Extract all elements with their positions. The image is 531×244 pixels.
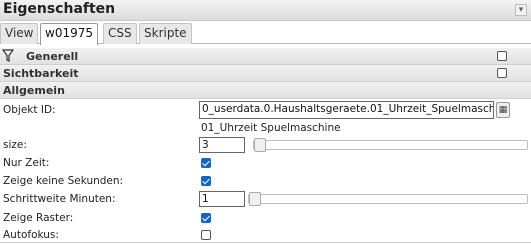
autofokus-label: Autofokus:: [3, 229, 59, 241]
panel-bottom-divider: [0, 242, 531, 243]
properties-titlebar: Eigenschaften ▾: [0, 0, 531, 21]
row-objekt-id: Objekt ID: 0_userdata.0.Haushaltsgeraete…: [0, 101, 531, 119]
section-generell-label: Generell: [26, 50, 79, 63]
row-objekt-name: 01_Uhrzeit Spuelmaschine: [0, 119, 531, 137]
section-generell[interactable]: Generell: [0, 48, 531, 65]
schrittweite-minuten-slider-thumb[interactable]: [249, 192, 261, 206]
size-input[interactable]: 3: [199, 137, 245, 153]
schrittweite-minuten-label: Schrittweite Minuten:: [3, 193, 116, 205]
tab-skripte[interactable]: Skripte: [139, 23, 192, 44]
panel-title: Eigenschaften: [3, 1, 116, 17]
tab-css[interactable]: CSS: [103, 23, 137, 44]
zeige-keine-sekunden-label: Zeige keine Sekunden:: [3, 175, 124, 187]
size-label: size:: [3, 139, 27, 151]
row-nur-zeit: Nur Zeit:: [0, 154, 531, 172]
section-sichtbarkeit[interactable]: Sichtbarkeit: [0, 65, 531, 82]
collapse-icon[interactable]: ▾: [515, 4, 527, 16]
objekt-id-input[interactable]: 0_userdata.0.Haushaltsgeraete.01_Uhrzeit…: [199, 101, 494, 119]
zeige-raster-label: Zeige Raster:: [3, 212, 74, 224]
tab-view[interactable]: View: [0, 23, 39, 44]
section-allgemein-label: Allgemein: [3, 84, 65, 97]
zeige-raster-checkbox[interactable]: [201, 213, 211, 226]
size-slider-thumb[interactable]: [254, 138, 266, 152]
objekt-id-label: Objekt ID:: [3, 104, 56, 116]
schrittweite-minuten-input[interactable]: 1: [199, 191, 245, 207]
row-zeige-keine-sekunden: Zeige keine Sekunden:: [0, 172, 531, 190]
zeige-keine-sekunden-checkbox[interactable]: [201, 176, 211, 189]
size-slider[interactable]: [253, 138, 528, 152]
schrittweite-minuten-slider[interactable]: [248, 192, 528, 206]
tab-bar: View w01975 CSS Skripte: [0, 21, 531, 45]
nur-zeit-label: Nur Zeit:: [3, 157, 50, 169]
section-sichtbarkeit-checkbox[interactable]: [497, 68, 507, 81]
objekt-resolved-name: 01_Uhrzeit Spuelmaschine: [201, 122, 341, 134]
tab-widget[interactable]: w01975: [40, 23, 98, 45]
nur-zeit-checkbox[interactable]: [201, 158, 211, 171]
section-generell-checkbox[interactable]: [497, 51, 507, 64]
row-schrittweite-minuten: Schrittweite Minuten: 1: [0, 190, 531, 208]
section-allgemein[interactable]: Allgemein: [0, 82, 531, 99]
row-zeige-raster: Zeige Raster:: [0, 209, 531, 227]
section-sichtbarkeit-label: Sichtbarkeit: [3, 67, 79, 80]
row-size: size: 3: [0, 136, 531, 154]
list-icon[interactable]: ▦: [496, 102, 510, 118]
filter-icon[interactable]: [1, 49, 15, 66]
